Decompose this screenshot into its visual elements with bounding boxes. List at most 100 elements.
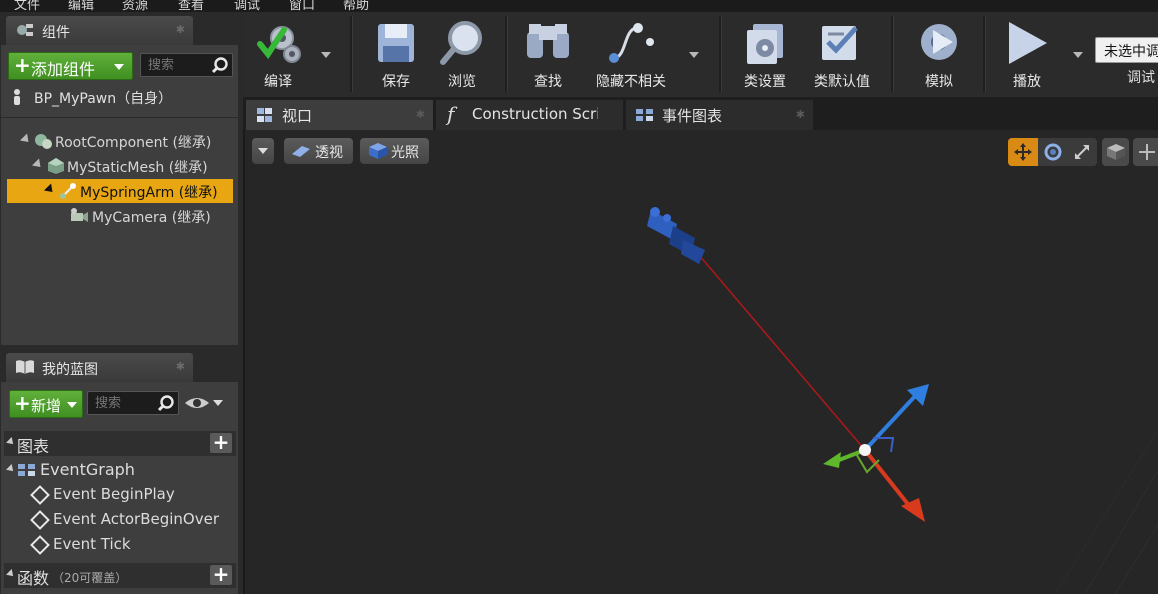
functions-category[interactable]: 函数 （20可覆盖） + <box>4 563 236 588</box>
menu-debug[interactable]: 调试 <box>234 0 260 12</box>
scale-icon <box>1075 145 1089 159</box>
pin-icon[interactable]: ✱ <box>176 23 185 36</box>
class-settings-button[interactable]: 类设置 <box>733 12 797 97</box>
menu-window[interactable]: 窗口 <box>289 0 315 12</box>
event-label: Event ActorBeginOver <box>53 510 220 528</box>
pin-icon[interactable]: ✱ <box>796 108 805 121</box>
menu-edit[interactable]: 编辑 <box>68 0 94 12</box>
event-graph-label: EventGraph <box>40 460 135 479</box>
components-search-input[interactable] <box>146 56 208 74</box>
plus-icon: + <box>14 391 31 415</box>
find-button[interactable]: 查找 <box>515 12 581 97</box>
play-options-dropdown[interactable] <box>1073 52 1083 58</box>
transform-gizmo[interactable] <box>815 380 935 530</box>
components-title: 组件 <box>42 25 70 41</box>
menu-file[interactable]: 文件 <box>14 0 40 12</box>
blueprint-self-item[interactable]: BP_MyPawn（自身） <box>9 86 235 110</box>
save-button[interactable]: 保存 <box>365 12 427 97</box>
expand-arrow-icon[interactable] <box>43 183 57 196</box>
graphs-category[interactable]: 图表 + <box>4 431 236 456</box>
debug-object-dropdown[interactable]: 未选中调 <box>1095 37 1158 63</box>
event-icon <box>30 485 50 505</box>
viewport-scene <box>692 247 1158 594</box>
perspective-icon <box>292 146 310 157</box>
search-icon <box>211 57 228 74</box>
chevron-down-icon <box>258 148 268 154</box>
pin-icon[interactable]: ✱ <box>176 360 185 373</box>
components-panel: + 添加组件 BP_MyPawn（自身） RootComponent (继承) … <box>1 45 238 345</box>
tab-components[interactable]: 组件 ✱ <box>6 16 193 45</box>
tab-event-graph[interactable]: 事件图表 ✱ <box>626 100 813 130</box>
tab-construction-script[interactable]: f Construction Scrip <box>436 100 623 130</box>
class-defaults-icon <box>822 26 858 60</box>
simulate-button[interactable]: 模拟 <box>907 12 971 97</box>
new-button[interactable]: + 新增 <box>9 390 83 418</box>
scene-root-icon <box>35 134 52 149</box>
view-options-button[interactable] <box>184 394 226 412</box>
expand-arrow-icon[interactable] <box>19 133 33 146</box>
hide-options-dropdown[interactable] <box>689 52 699 58</box>
graph-icon <box>636 109 653 121</box>
components-icon <box>17 24 33 36</box>
my-blueprint-title: 我的蓝图 <box>42 362 98 378</box>
tree-item-my-static-mesh[interactable]: MyStaticMesh (继承) <box>7 154 233 178</box>
add-component-label: 添加组件 <box>31 60 96 79</box>
perspective-button[interactable]: 透视 <box>284 138 353 164</box>
blueprint-search-input[interactable] <box>93 394 155 412</box>
class-settings-label: 类设置 <box>744 74 786 90</box>
expand-arrow-icon[interactable] <box>31 158 45 171</box>
translate-mode-button[interactable] <box>1008 138 1038 166</box>
browse-button[interactable]: 浏览 <box>431 12 493 97</box>
expand-arrow-icon[interactable] <box>6 464 16 474</box>
viewport-options-button[interactable] <box>252 138 274 164</box>
hide-unrelated-label: 隐藏不相关 <box>596 74 666 90</box>
compile-options-dropdown[interactable] <box>321 52 331 58</box>
components-search[interactable] <box>140 53 233 77</box>
play-button[interactable]: 播放 <box>995 12 1059 97</box>
menu-asset[interactable]: 资源 <box>122 0 148 12</box>
event-label: Event Tick <box>53 535 131 553</box>
compile-button[interactable]: 编译 <box>247 12 309 97</box>
functions-header: 函数 <box>17 569 50 588</box>
world-local-toggle[interactable] <box>1102 138 1129 166</box>
viewport[interactable]: 透视 光照 <box>245 130 1158 594</box>
lit-button[interactable]: 光照 <box>360 138 429 164</box>
event-begin-play-item[interactable]: Event BeginPlay <box>29 483 235 507</box>
left-column: 组件 ✱ + 添加组件 BP_MyPawn（自身） RootComponent … <box>0 12 243 594</box>
plus-icon: + <box>14 53 31 77</box>
menu-help[interactable]: 帮助 <box>343 0 369 12</box>
expand-arrow-icon[interactable] <box>6 569 16 579</box>
toolbar-separator <box>983 16 986 92</box>
add-function-button[interactable]: + <box>210 564 232 585</box>
tree-item-my-camera[interactable]: MyCamera (继承) <box>7 204 233 228</box>
graphs-header: 图表 <box>17 437 50 456</box>
class-settings-icon <box>747 24 783 64</box>
pin-icon[interactable]: ✱ <box>416 108 425 121</box>
add-graph-button[interactable]: + <box>210 432 232 453</box>
blueprint-search[interactable] <box>87 391 179 415</box>
hide-unrelated-button[interactable]: 隐藏不相关 <box>588 12 674 97</box>
static-mesh-icon <box>48 158 64 174</box>
tab-construction-script-label: Construction Scrip <box>472 105 598 123</box>
camera-icon <box>647 207 705 264</box>
add-component-button[interactable]: + 添加组件 <box>8 52 133 80</box>
event-graph-item[interactable]: EventGraph <box>5 458 235 482</box>
camera-icon <box>71 208 88 222</box>
expand-arrow-icon[interactable] <box>6 437 16 447</box>
tree-item-root-component[interactable]: RootComponent (继承) <box>7 129 233 153</box>
scale-mode-button[interactable] <box>1068 138 1097 166</box>
blueprint-self-label: BP_MyPawn（自身） <box>34 91 173 107</box>
tab-viewport-label: 视口 <box>282 107 313 125</box>
chevron-down-icon <box>114 64 124 70</box>
menu-view[interactable]: 查看 <box>178 0 204 12</box>
hide-unrelated-icon <box>609 23 654 63</box>
tab-my-blueprint[interactable]: 我的蓝图 ✱ <box>6 353 193 382</box>
tab-viewport[interactable]: 视口 ✱ <box>246 100 433 130</box>
rotate-mode-button[interactable] <box>1038 138 1068 166</box>
move-icon <box>1014 143 1032 161</box>
event-actor-begin-overlap-item[interactable]: Event ActorBeginOver <box>29 508 235 532</box>
class-defaults-button[interactable]: 类默认值 <box>806 12 878 97</box>
surface-snap-button[interactable] <box>1133 138 1158 166</box>
tree-item-my-spring-arm[interactable]: MySpringArm (继承) <box>7 179 233 203</box>
event-tick-item[interactable]: Event Tick <box>29 533 235 557</box>
